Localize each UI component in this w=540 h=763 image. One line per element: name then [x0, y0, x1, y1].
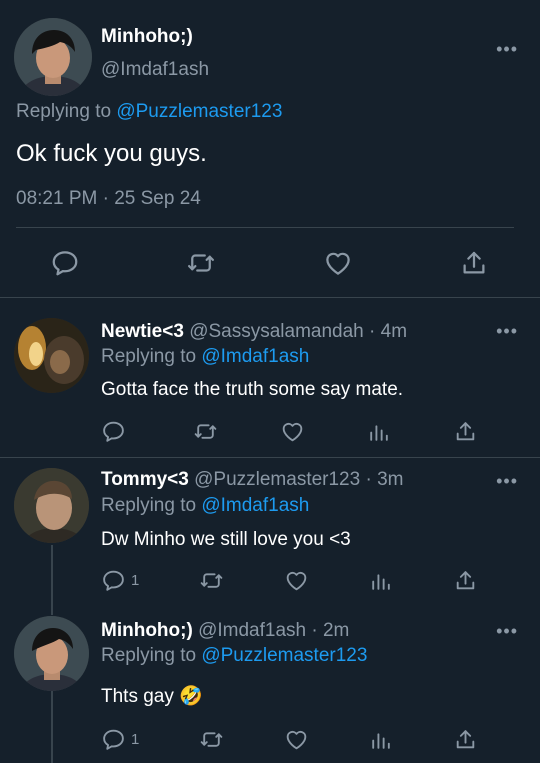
like-icon: [284, 568, 309, 593]
reply-header: Tommy<3 @Puzzlemaster123 · 3m: [101, 469, 403, 491]
retweet-button[interactable]: [186, 248, 216, 278]
share-button[interactable]: [453, 568, 478, 593]
views-icon: [368, 568, 393, 593]
replying-to: Replying to @Imdaf1ash: [101, 346, 309, 368]
share-button[interactable]: [453, 727, 478, 752]
replying-to-link[interactable]: @Puzzlemaster123: [201, 645, 367, 666]
views-icon: [366, 419, 391, 444]
time[interactable]: · 2m: [311, 620, 349, 641]
tweet-actions: [50, 248, 489, 278]
tweet-actions: 1: [101, 568, 478, 593]
avatar[interactable]: [14, 616, 89, 691]
display-name[interactable]: Newtie<3: [101, 321, 184, 342]
retweet-icon: [199, 727, 224, 752]
time[interactable]: · 4m: [369, 321, 407, 342]
divider: [0, 297, 540, 298]
handle[interactable]: @Imdaf1ash: [198, 620, 306, 641]
like-button[interactable]: [284, 568, 309, 593]
like-icon: [323, 248, 353, 278]
handle[interactable]: @Sassysalamandah: [189, 321, 364, 342]
more-icon[interactable]: •••: [496, 322, 518, 340]
replying-to-link[interactable]: @Imdaf1ash: [201, 495, 309, 516]
time[interactable]: · 3m: [365, 469, 403, 490]
like-icon: [284, 727, 309, 752]
like-icon: [280, 419, 305, 444]
reply-count: 1: [131, 731, 140, 748]
reply-count: 1: [131, 572, 140, 589]
replying-to: Replying to @Imdaf1ash: [101, 495, 309, 517]
views-button[interactable]: [368, 568, 393, 593]
share-icon: [453, 419, 478, 444]
handle[interactable]: @Imdaf1ash: [101, 59, 209, 81]
replying-to-link[interactable]: @Imdaf1ash: [201, 346, 309, 367]
reply-button[interactable]: 1: [101, 568, 139, 593]
retweet-icon: [199, 568, 224, 593]
retweet-icon: [186, 248, 216, 278]
views-icon: [368, 727, 393, 752]
replying-to: Replying to @Puzzlemaster123: [101, 645, 367, 667]
tweet-actions: [101, 419, 478, 444]
avatar[interactable]: [14, 18, 92, 96]
retweet-button[interactable]: [199, 727, 224, 752]
divider: [16, 227, 514, 228]
replying-to: Replying to @Puzzlemaster123: [16, 101, 282, 123]
replying-prefix: Replying to: [16, 101, 112, 122]
tweet-text: Dw Minho we still love you <3: [101, 529, 351, 550]
retweet-icon: [193, 419, 218, 444]
retweet-button[interactable]: [199, 568, 224, 593]
replying-prefix: Replying to: [101, 346, 197, 367]
more-icon[interactable]: •••: [496, 472, 518, 490]
reply-header: Minhoho;) @Imdaf1ash · 2m: [101, 620, 349, 642]
more-icon[interactable]: •••: [496, 40, 518, 58]
share-button[interactable]: [459, 248, 489, 278]
replying-prefix: Replying to: [101, 495, 197, 516]
retweet-button[interactable]: [193, 419, 218, 444]
reply-header: Newtie<3 @Sassysalamandah · 4m: [101, 321, 407, 343]
display-name[interactable]: Tommy<3: [101, 469, 189, 490]
rofl-emoji: 🤣: [179, 686, 203, 707]
share-icon: [453, 568, 478, 593]
replying-to-link[interactable]: @Puzzlemaster123: [116, 101, 282, 122]
reply-icon: [101, 568, 126, 593]
like-button[interactable]: [280, 419, 305, 444]
views-button[interactable]: [366, 419, 391, 444]
thread-line: [51, 545, 53, 615]
like-button[interactable]: [323, 248, 353, 278]
share-button[interactable]: [453, 419, 478, 444]
reply-button[interactable]: 1: [101, 727, 139, 752]
tweet-actions: 1: [101, 727, 478, 752]
share-icon: [459, 248, 489, 278]
share-icon: [453, 727, 478, 752]
tweet-text: Thts gay: [101, 686, 174, 707]
divider: [0, 457, 540, 458]
replying-prefix: Replying to: [101, 645, 197, 666]
avatar[interactable]: [14, 318, 89, 393]
tweet-text: Ok fuck you guys.: [16, 140, 207, 167]
display-name[interactable]: Minhoho;): [101, 26, 193, 48]
handle[interactable]: @Puzzlemaster123: [194, 469, 360, 490]
reply-icon: [101, 727, 126, 752]
thread-line: [51, 690, 53, 763]
reply-button[interactable]: [50, 248, 80, 278]
views-button[interactable]: [368, 727, 393, 752]
like-button[interactable]: [284, 727, 309, 752]
avatar[interactable]: [14, 468, 89, 543]
tweet-text: Gotta face the truth some say mate.: [101, 379, 404, 400]
reply-icon: [50, 248, 80, 278]
more-icon[interactable]: •••: [496, 622, 518, 640]
tweet-text-line: Thts gay 🤣: [101, 684, 203, 708]
reply-icon: [101, 419, 126, 444]
reply-button[interactable]: [101, 419, 131, 444]
timestamp[interactable]: 08:21 PM · 25 Sep 24: [16, 188, 201, 210]
display-name[interactable]: Minhoho;): [101, 620, 193, 641]
